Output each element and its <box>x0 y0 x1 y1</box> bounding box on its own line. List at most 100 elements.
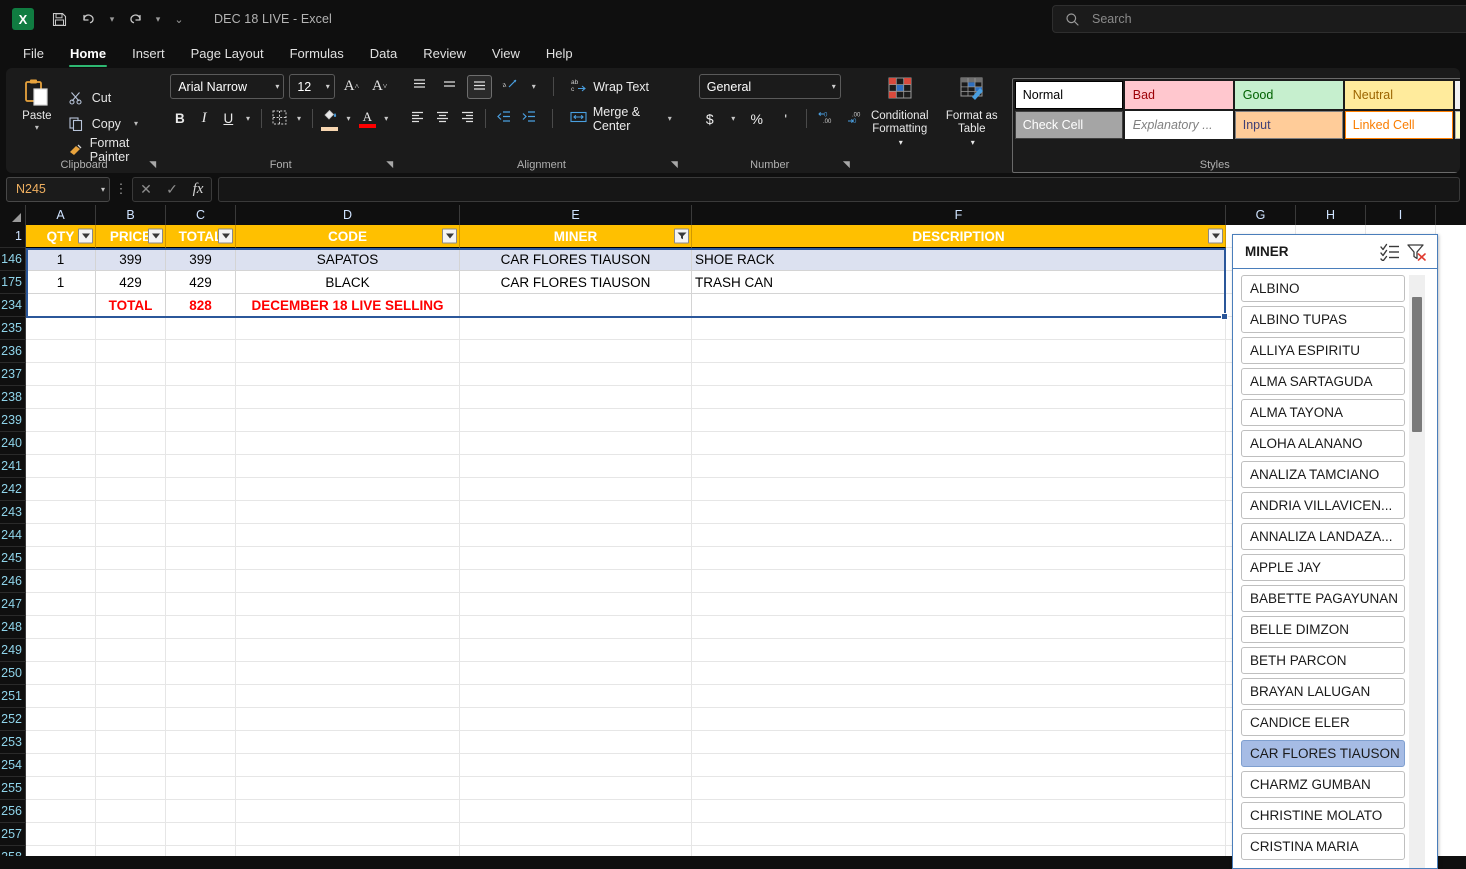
cell-c253[interactable] <box>166 731 236 754</box>
slicer-item-aloha-alanano[interactable]: ALOHA ALANANO <box>1241 430 1405 457</box>
cell-f257[interactable] <box>692 823 1226 846</box>
cell-e257[interactable] <box>460 823 692 846</box>
cell-a241[interactable] <box>26 455 96 478</box>
filter-button-description[interactable] <box>1208 228 1223 244</box>
cell-a240[interactable] <box>26 432 96 455</box>
row-header-237[interactable]: 237 <box>0 363 26 386</box>
clear-filter-icon[interactable] <box>1403 243 1429 261</box>
cell-d250[interactable] <box>236 662 460 685</box>
cell-f242[interactable] <box>692 478 1226 501</box>
cell-e258[interactable] <box>460 846 692 856</box>
row-header-238[interactable]: 238 <box>0 386 26 409</box>
cell-a175[interactable]: 1 <box>26 271 96 294</box>
cell-b243[interactable] <box>96 501 166 524</box>
cell-a247[interactable] <box>26 593 96 616</box>
cell-d256[interactable] <box>236 800 460 823</box>
cell-e252[interactable] <box>460 708 692 731</box>
cell-d254[interactable] <box>236 754 460 777</box>
cell-c175[interactable]: 429 <box>166 271 236 294</box>
cell-e255[interactable] <box>460 777 692 800</box>
cell-d246[interactable] <box>236 570 460 593</box>
align-right-button[interactable] <box>457 107 477 131</box>
cell-a235[interactable] <box>26 317 96 340</box>
clipboard-dialog-launcher-icon[interactable]: ◥ <box>149 159 156 170</box>
align-middle-button[interactable] <box>437 75 462 99</box>
cell-c250[interactable] <box>166 662 236 685</box>
cell-c235[interactable] <box>166 317 236 340</box>
borders-button[interactable] <box>270 106 289 131</box>
filter-button-qty[interactable] <box>78 228 93 244</box>
cell-a239[interactable] <box>26 409 96 432</box>
number-format-select[interactable]: General ▾ <box>698 74 841 99</box>
cell-c245[interactable] <box>166 547 236 570</box>
cell-c243[interactable] <box>166 501 236 524</box>
cell-b245[interactable] <box>96 547 166 570</box>
slicer-scrollbar[interactable] <box>1409 275 1425 868</box>
cell-b246[interactable] <box>96 570 166 593</box>
undo-icon[interactable] <box>74 5 104 33</box>
select-all-button[interactable] <box>0 205 26 225</box>
slicer-item-belle-dimzon[interactable]: BELLE DIMZON <box>1241 616 1405 643</box>
cell-e254[interactable] <box>460 754 692 777</box>
slicer-item-alliya-espiritu[interactable]: ALLIYA ESPIRITU <box>1241 337 1405 364</box>
formula-input[interactable] <box>218 176 1460 202</box>
cell-b238[interactable] <box>96 386 166 409</box>
filter-button-price[interactable] <box>148 228 163 244</box>
cell-c252[interactable] <box>166 708 236 731</box>
slicer-item-candice-eler[interactable]: CANDICE ELER <box>1241 709 1405 736</box>
cell-b244[interactable] <box>96 524 166 547</box>
slicer-item-brayan-lalugan[interactable]: BRAYAN LALUGAN <box>1241 678 1405 705</box>
cell-a245[interactable] <box>26 547 96 570</box>
cell-b250[interactable] <box>96 662 166 685</box>
percent-format-button[interactable]: % <box>745 107 769 131</box>
cell-e249[interactable] <box>460 639 692 662</box>
column-header-e[interactable]: E <box>460 205 692 225</box>
row-header-250[interactable]: 250 <box>0 662 26 685</box>
tab-formulas[interactable]: Formulas <box>277 38 357 68</box>
cell-f248[interactable] <box>692 616 1226 639</box>
cell-b240[interactable] <box>96 432 166 455</box>
slicer-item-alma-tayona[interactable]: ALMA TAYONA <box>1241 399 1405 426</box>
cell-c247[interactable] <box>166 593 236 616</box>
cell-style-note[interactable]: No <box>1454 111 1460 139</box>
font-color-chevron-down-icon[interactable]: ▾ <box>381 106 391 131</box>
cell-b249[interactable] <box>96 639 166 662</box>
cell-a242[interactable] <box>26 478 96 501</box>
underline-button[interactable]: U <box>219 106 238 131</box>
customize-quick-access-toolbar-icon[interactable]: ⌄ <box>166 5 192 33</box>
cell-b251[interactable] <box>96 685 166 708</box>
confirm-edit-icon[interactable]: ✓ <box>159 181 185 198</box>
row-header-249[interactable]: 249 <box>0 639 26 662</box>
redo-dropdown-chevron-down-icon[interactable]: ▾ <box>150 5 166 33</box>
cell-style-input[interactable]: Input <box>1234 111 1343 139</box>
slicer-item-albino[interactable]: ALBINO <box>1241 275 1405 302</box>
cell-style-linked-cell[interactable]: Linked Cell <box>1344 111 1453 139</box>
slicer-item-car-flores-tiauson[interactable]: CAR FLORES TIAUSON <box>1241 740 1405 767</box>
font-dialog-launcher-icon[interactable]: ◥ <box>386 159 393 170</box>
cell-d251[interactable] <box>236 685 460 708</box>
cell-c244[interactable] <box>166 524 236 547</box>
cell-e236[interactable] <box>460 340 692 363</box>
paste-chevron-down-icon[interactable]: ▾ <box>35 123 39 132</box>
column-header-f[interactable]: F <box>692 205 1226 225</box>
cell-d258[interactable] <box>236 846 460 856</box>
cell-d238[interactable] <box>236 386 460 409</box>
cell-c236[interactable] <box>166 340 236 363</box>
cell-d248[interactable] <box>236 616 460 639</box>
cell-a252[interactable] <box>26 708 96 731</box>
cell-e247[interactable] <box>460 593 692 616</box>
align-top-button[interactable] <box>407 75 432 99</box>
cell-f255[interactable] <box>692 777 1226 800</box>
cell-c238[interactable] <box>166 386 236 409</box>
orientation-chevron-down-icon[interactable]: ▾ <box>527 74 540 99</box>
cell-c237[interactable] <box>166 363 236 386</box>
cell-c240[interactable] <box>166 432 236 455</box>
row-header-234[interactable]: 234 <box>0 294 26 317</box>
cell-f238[interactable] <box>692 386 1226 409</box>
column-header-i[interactable]: I <box>1366 205 1436 225</box>
cell-a244[interactable] <box>26 524 96 547</box>
cell-f253[interactable] <box>692 731 1226 754</box>
decrease-font-size-button[interactable]: A ˅ <box>368 74 391 99</box>
font-color-button[interactable]: A <box>358 110 376 128</box>
cell-a250[interactable] <box>26 662 96 685</box>
